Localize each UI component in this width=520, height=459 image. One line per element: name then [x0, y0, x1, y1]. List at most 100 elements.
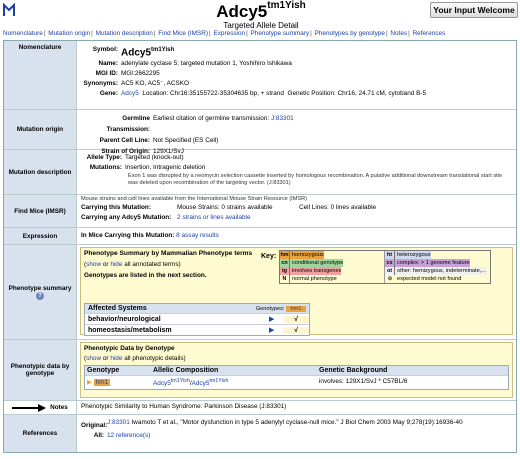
- nav-nomenclature[interactable]: Nomenclature: [3, 30, 43, 37]
- key-label: Key:: [261, 253, 277, 260]
- hide-details-link[interactable]: hide: [110, 355, 122, 362]
- key-text-tg: involves transgenes: [290, 267, 342, 275]
- nav-mutation-description[interactable]: Mutation description: [96, 30, 153, 37]
- phenotype-summary-label: Phenotype summary: [8, 284, 72, 292]
- mgi-id-value: MGI:2662295: [121, 70, 160, 78]
- genotype-table: Genotype Allelic Composition Genetic Bac…: [84, 365, 509, 391]
- expression-label: Expression: [4, 228, 77, 244]
- gene-label: Gene:: [99, 90, 118, 98]
- mutations-label: Mutations:: [89, 164, 122, 171]
- allele2-link[interactable]: Adcy5tm1Yish: [191, 378, 229, 388]
- allele-type-value: Targeted (knock-out): [125, 154, 184, 161]
- nav-mutation-origin[interactable]: Mutation origin: [48, 30, 90, 37]
- allele2-symbol: Adcy5: [191, 380, 210, 388]
- symbol-label: Symbol:: [92, 46, 118, 53]
- expression-text-label: In Mice Carrying this Mutation:: [81, 232, 175, 239]
- genotype-column-hm1[interactable]: hm1: [286, 305, 306, 312]
- key-code-tg: tg: [280, 267, 290, 275]
- imsr-intro: Mouse strains and cell lines available f…: [81, 196, 308, 202]
- phenotypic-data-label: Phenotypic data by genotype: [4, 340, 77, 400]
- strains-available-link[interactable]: 2 strains or lines available: [177, 213, 251, 223]
- notes-label: Notes: [50, 404, 68, 411]
- name-value: adenylate cyclase 5; targeted mutation 1…: [121, 60, 292, 68]
- gene-link[interactable]: Adcy5: [121, 89, 139, 99]
- key-text-hm: homozygous: [290, 251, 324, 259]
- genotypes-label-text: Genotypes:: [255, 305, 285, 312]
- nomenclature-label: Nomenclature: [4, 41, 77, 109]
- system-name: homeostasis/metabolism: [88, 326, 172, 334]
- mutation-origin-section: Mutation origin Germline Transmission: Ea…: [4, 110, 516, 155]
- system-row[interactable]: behavior/neurological ▶ √: [85, 313, 309, 324]
- page-title: Adcy5tm1Yish Targeted Allele Detail: [196, 0, 326, 30]
- or-text-2: or: [102, 355, 109, 362]
- symbol-value: Adcy5: [121, 47, 152, 59]
- mutation-note: Exon 1 was disrupted by a neomycin selec…: [128, 173, 503, 186]
- system-check: √: [283, 315, 309, 323]
- nav-phenotypes-by-genotype[interactable]: Phenotypes by genotype: [315, 30, 385, 37]
- show-terms-link[interactable]: show: [86, 261, 101, 268]
- genotype-row[interactable]: ▶ hm1 Adcy5tm1Yish/Adcy5tm1Yish involves…: [85, 375, 508, 389]
- key-code-ot: ot: [385, 267, 395, 275]
- key-text-normal: normal phenotype: [292, 276, 337, 282]
- or-text: or: [102, 261, 109, 268]
- genotype-col-header: Genotype: [87, 367, 120, 374]
- allele1-symbol: Adcy5: [153, 380, 171, 388]
- key-text-ot: other: hemizygous, indeterminate,...: [395, 267, 486, 275]
- gene-genetic-position: Genetic Position: Chr16, 24.71 cM, cytob…: [287, 90, 427, 98]
- mgi-id-label: MGI ID:: [95, 70, 118, 78]
- germline-value: Earliest citation of germline transmissi…: [153, 115, 270, 122]
- mutations-value: Insertion, Intragenic deletion: [125, 164, 206, 171]
- phenotype-summary-label-cell: Phenotype summary ?: [4, 245, 77, 339]
- nav-expression[interactable]: Expression: [213, 30, 245, 37]
- reference-id-link[interactable]: J:83301: [107, 419, 130, 426]
- key-text-cx: complex: > 1 genome feature: [395, 259, 470, 267]
- key-code-ht: ht: [385, 251, 395, 259]
- show-details-link[interactable]: show: [86, 355, 101, 362]
- nav-notes[interactable]: Notes: [390, 30, 407, 37]
- cell-lines-value: Cell Lines: 0 lines available: [299, 204, 377, 211]
- all-details-text: all phenotypic details): [124, 355, 186, 362]
- nav-references[interactable]: References: [413, 30, 446, 37]
- any-mutation-label: Carrying any Adcy5 Mutation:: [81, 214, 172, 221]
- detail-table: Nomenclature Symbol: Adcy5tm1Yish Name: ad…: [3, 40, 517, 453]
- phenotype-summary-box: Phenotype Summary by Mammalian Phenotype…: [80, 247, 513, 336]
- nav-find-mice[interactable]: Find Mice (IMSR): [158, 30, 208, 37]
- allele2-sup: tm1Yish: [209, 378, 229, 384]
- row-arrow-icon[interactable]: ▶: [87, 379, 92, 386]
- germline-ref-link[interactable]: J:83301: [271, 113, 294, 135]
- allele-type-label: Allele Type:: [86, 154, 122, 161]
- allele-superscript: tm1Yish: [267, 0, 306, 12]
- references-section: References Original: J:83301 Iwamoto T e…: [4, 415, 516, 452]
- allele1-link[interactable]: Adcy5tm1Yish: [153, 378, 190, 388]
- phenotype-summary-section: Phenotype summary ? Phenotype Summary by…: [4, 245, 516, 340]
- nav-phenotype-summary[interactable]: Phenotype summary: [251, 30, 310, 37]
- symbol-superscript: tm1Yish: [151, 47, 175, 53]
- germline-label: Germline Transmission:: [106, 115, 150, 133]
- assay-results-link[interactable]: 8 assay results: [176, 232, 219, 239]
- expand-arrow-icon[interactable]: ▶: [269, 315, 283, 323]
- hide-terms-link[interactable]: hide: [110, 261, 122, 268]
- genotype-link-hm1[interactable]: hm1: [93, 379, 111, 386]
- parent-cell-line-label: Parent Cell Line:: [99, 137, 150, 144]
- page-header: Adcy5tm1Yish Targeted Allele Detail Your…: [0, 0, 520, 30]
- all-references-link[interactable]: 12 reference(s): [107, 431, 150, 441]
- genetic-background-header: Genetic Background: [319, 367, 388, 374]
- right-arrow-icon: [12, 403, 47, 412]
- notes-label-cell: Notes: [4, 401, 77, 414]
- your-input-welcome-button[interactable]: Your Input Welcome: [430, 2, 518, 18]
- help-question-icon[interactable]: ?: [36, 291, 44, 300]
- system-row[interactable]: homeostasis/metabolism ▶ √: [85, 324, 309, 335]
- synonyms-value: AC5 KO, AC5⁻, ACSKO: [121, 80, 190, 88]
- mgi-logo-icon[interactable]: [2, 2, 16, 18]
- phenotypic-data-box: Phenotypic Data by Genotype (show or hid…: [80, 342, 513, 398]
- allele1-sup: tm1Yish: [170, 378, 190, 384]
- nomenclature-section: Nomenclature Symbol: Adcy5tm1Yish Name: ad…: [4, 41, 516, 110]
- find-mice-section: Find Mice (IMSR) Mouse strains and cell …: [4, 195, 516, 228]
- reference-text: Iwamoto T et al., "Motor dysfunction in …: [131, 419, 463, 426]
- gene-location: Location: Chr16:35155722-35304635 bp, + …: [142, 90, 284, 98]
- mouse-strains-value: Mouse Strains: 0 strains available: [177, 204, 273, 211]
- mutation-description-section: Mutation description Allele Type: Targete…: [4, 150, 516, 195]
- expand-arrow-icon[interactable]: ▶: [269, 326, 283, 334]
- key-table: hm homozygous ht heterozygous cn conditiona…: [279, 250, 491, 284]
- carrying-mutation-label: Carrying this Mutation:: [81, 204, 151, 211]
